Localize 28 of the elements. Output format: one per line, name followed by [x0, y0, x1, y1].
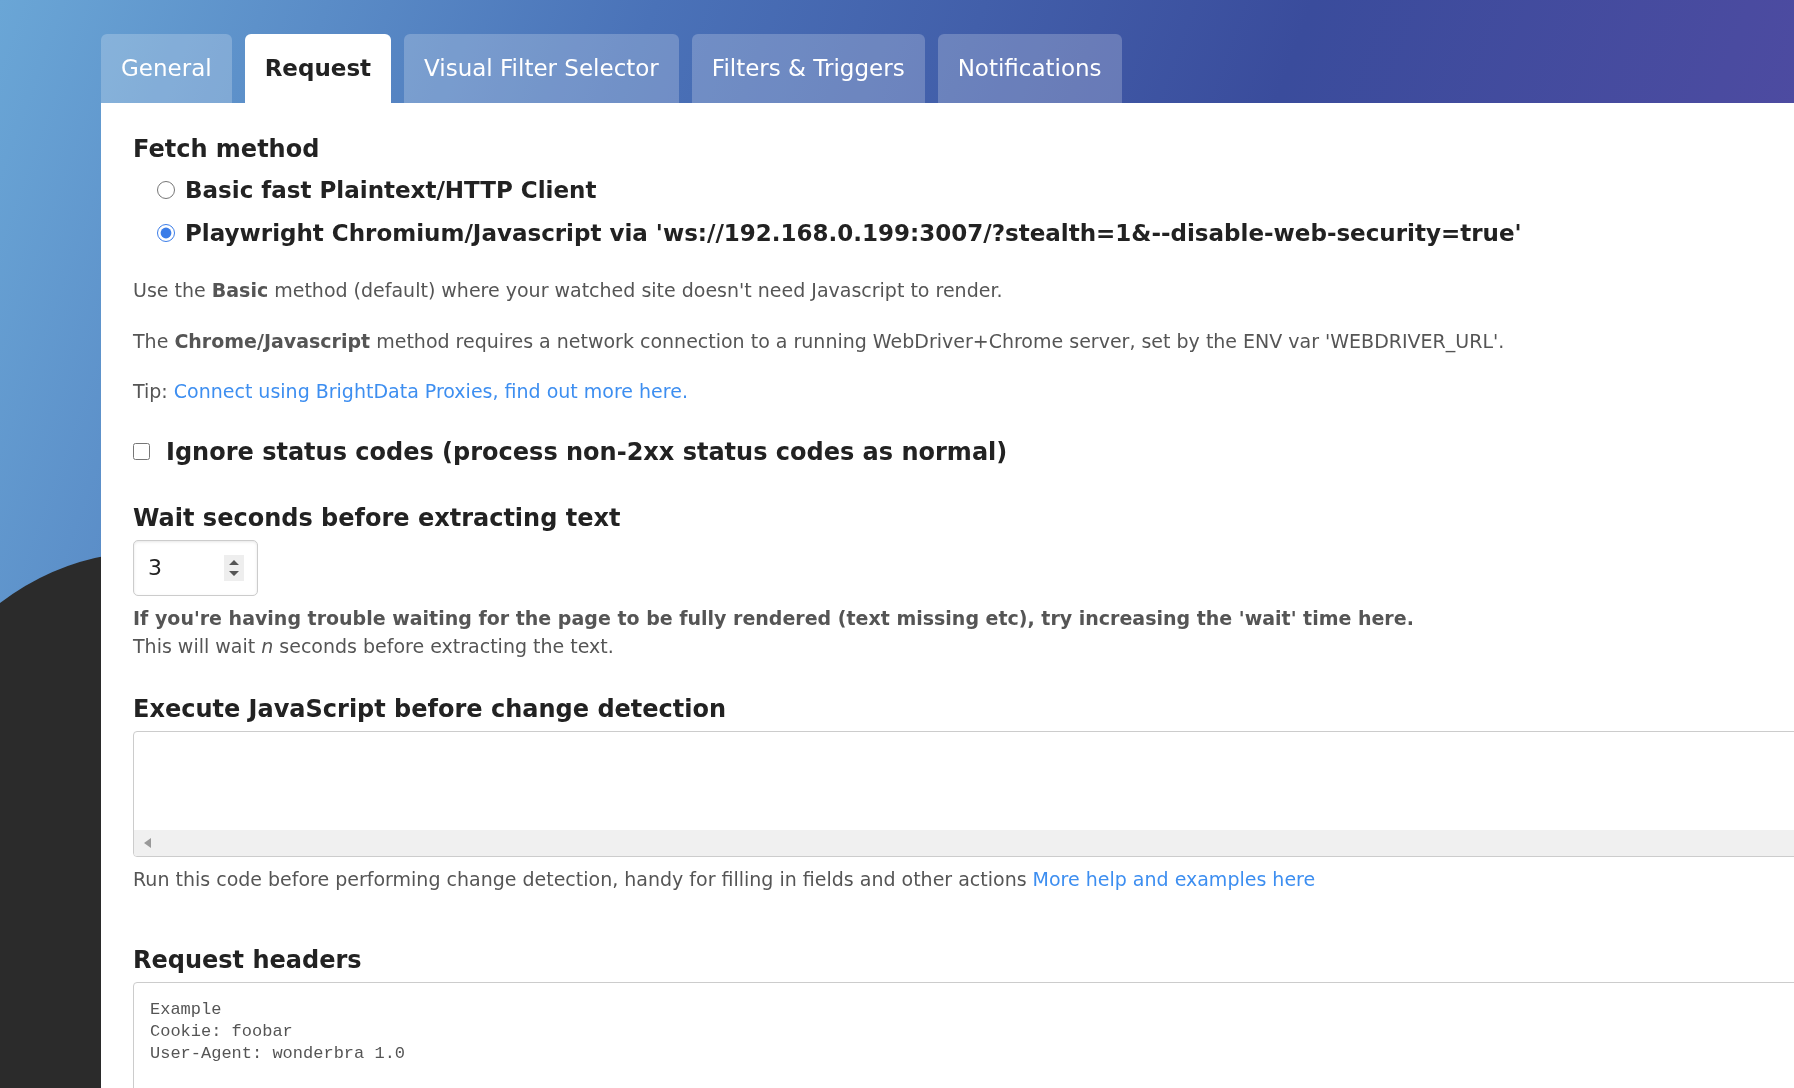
proxy-link[interactable]: Connect using BrightData Proxies, find out more here.	[173, 377, 688, 406]
spinner-icon[interactable]	[224, 554, 244, 581]
tab[interactable]: Filters & Triggers	[691, 34, 925, 103]
scroll-left-icon[interactable]	[144, 838, 152, 849]
radio-button[interactable]	[157, 181, 175, 200]
tab[interactable]: General	[101, 34, 232, 103]
tab[interactable]: Request	[244, 34, 392, 103]
help-text: This will wait n seconds before extracting the text.	[133, 634, 615, 659]
field-label: Request headers	[133, 944, 363, 976]
tab[interactable]: Visual Filter Selector	[404, 34, 679, 103]
help-text: Use the Basic method (default) where your watched site doesn't need Javascript to render.	[133, 278, 1004, 303]
help-link[interactable]: More help and examples here	[1032, 865, 1316, 894]
help-text: Run this code before performing change detection, handy for filling in fields and other actions	[133, 867, 1027, 893]
field-label: Fetch method	[133, 134, 321, 165]
checkbox-label[interactable]: Ignore status codes (process non-2xx status codes as normal)	[166, 433, 1008, 470]
number-field[interactable]: 3	[133, 539, 258, 596]
field-label: Execute JavaScript before change detection	[133, 693, 728, 725]
headers-field[interactable]: Example Cookie: foobar User-Agent: wonderbra 1.0	[133, 981, 1794, 1088]
checkbox[interactable]	[133, 443, 150, 460]
field-label: Wait seconds before extracting text	[133, 502, 622, 534]
help-text: If you're having trouble waiting for the page to be fully rendered (text missing etc), try increasing the 'wait' time here.	[133, 605, 1415, 631]
radio-button[interactable]	[157, 223, 175, 242]
help-text: The Chrome/Javascript method requires a network connection to a running WebDriver+Chrome server, set by the ENV var 'WEBDRIVER_URL'.	[133, 328, 1506, 355]
tip-label: Tip:	[133, 379, 168, 404]
radio-label[interactable]: Basic fast Plaintext/HTTP Client	[185, 173, 597, 208]
horizontal-scrollbar[interactable]	[134, 830, 1794, 857]
tab[interactable]: Notifications	[937, 34, 1122, 103]
radio-label[interactable]: Playwright Chromium/Javascript via 'ws://192.168.0.199:3007/?stealth=1&--disable-web-security=true'	[185, 215, 1522, 250]
